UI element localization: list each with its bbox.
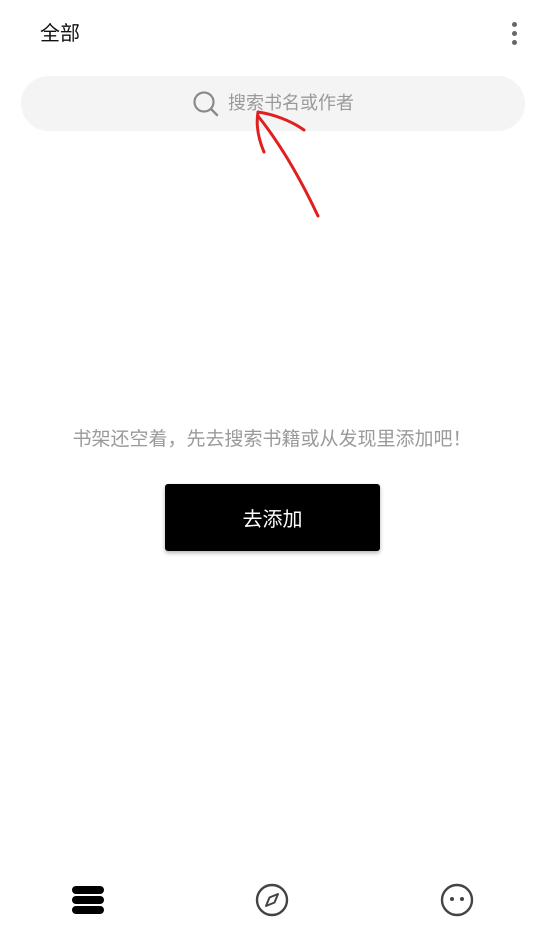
more-options-button[interactable] bbox=[504, 18, 524, 48]
page-title[interactable]: 全部 bbox=[40, 20, 80, 46]
nav-item-profile[interactable] bbox=[437, 880, 477, 920]
search-bar[interactable]: 搜索书名或作者 bbox=[21, 76, 525, 131]
add-books-button[interactable]: 去添加 bbox=[165, 484, 380, 551]
search-bar-content: 搜索书名或作者 bbox=[192, 90, 354, 118]
search-icon bbox=[193, 90, 219, 116]
nav-item-discover[interactable] bbox=[252, 880, 292, 920]
bookshelf-screen: 全部 搜索书名或作者 书架还空着，先去搜索书籍或从发现里添加吧！ 去添加 bbox=[0, 0, 544, 930]
bottom-navigation bbox=[0, 860, 544, 930]
search-placeholder: 搜索书名或作者 bbox=[228, 92, 354, 114]
bookshelf-icon bbox=[72, 886, 104, 914]
more-vertical-icon bbox=[511, 21, 517, 27]
nav-item-bookshelf[interactable] bbox=[68, 880, 108, 920]
face-icon bbox=[440, 883, 474, 917]
compass-icon bbox=[255, 883, 289, 917]
top-bar: 全部 bbox=[0, 0, 544, 66]
more-vertical-icon-dot-3 bbox=[511, 39, 517, 45]
more-vertical-icon-dot-2 bbox=[511, 30, 517, 36]
empty-shelf-message: 书架还空着，先去搜索书籍或从发现里添加吧！ bbox=[72, 428, 472, 450]
